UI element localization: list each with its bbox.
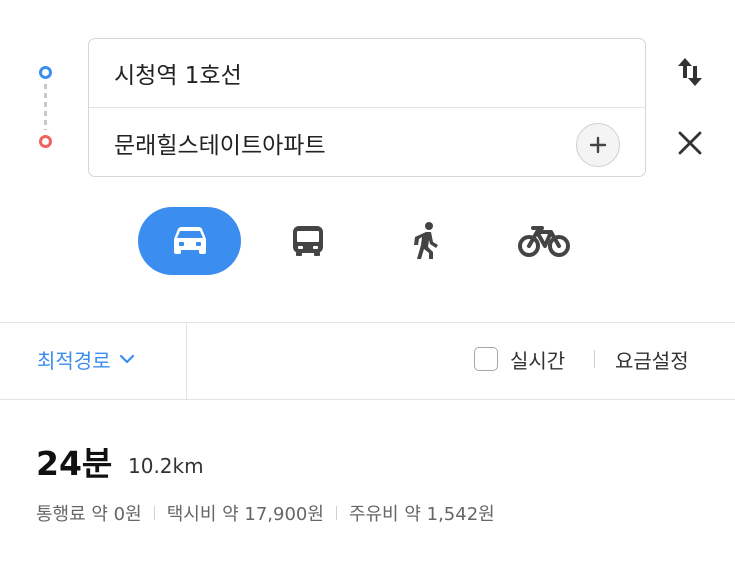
chevron-down-icon (119, 354, 134, 364)
walk-icon (414, 222, 438, 259)
swap-route-button[interactable] (674, 52, 706, 92)
mode-bus-tab[interactable] (276, 207, 340, 275)
close-icon (678, 131, 702, 155)
divider (186, 322, 187, 400)
destination-input[interactable]: 문래힐스테이트아파트 (89, 108, 645, 177)
destination-input-text: 문래힐스테이트아파트 (114, 132, 326, 159)
bus-icon (293, 226, 323, 256)
origin-input-text: 시청역 1호선 (114, 63, 242, 89)
car-icon (173, 227, 206, 254)
mode-bike-tab[interactable] (512, 207, 576, 275)
mode-walk-tab[interactable] (395, 207, 459, 275)
route-option-dropdown[interactable]: 최적경로 (37, 344, 135, 374)
route-connector (44, 84, 47, 130)
route-fees: 통행료 약 0원 택시비 약 17,900원 주유비 약 1,542원 (36, 500, 495, 526)
separator (335, 506, 337, 520)
plus-icon (589, 136, 607, 154)
destination-pin-icon (39, 135, 52, 148)
mode-car-tab[interactable] (138, 207, 241, 275)
swap-arrows-icon (678, 58, 702, 86)
fare-settings-button[interactable]: 요금설정 (615, 344, 689, 374)
realtime-label: 실시간 (510, 348, 566, 373)
realtime-toggle[interactable]: 실시간 (474, 344, 565, 374)
origin-pin-icon (39, 66, 52, 79)
close-button[interactable] (674, 123, 706, 163)
divider (0, 322, 735, 323)
realtime-checkbox[interactable] (474, 347, 498, 371)
fare-settings-label: 요금설정 (615, 348, 689, 373)
taxi-fee: 택시비 약 17,900원 (166, 504, 324, 525)
route-distance: 10.2km (128, 454, 204, 478)
origin-input[interactable]: 시청역 1호선 (89, 39, 645, 108)
toll-fee: 통행료 약 0원 (36, 504, 142, 525)
divider (0, 399, 735, 400)
fuel-fee: 주유비 약 1,542원 (348, 504, 495, 525)
add-waypoint-button[interactable] (576, 123, 620, 167)
separator (153, 506, 155, 520)
separator (594, 350, 595, 368)
route-duration: 24분 (36, 444, 113, 483)
bike-icon (518, 226, 570, 257)
route-option-label: 최적경로 (37, 348, 111, 373)
route-input-box: 시청역 1호선 문래힐스테이트아파트 (88, 38, 646, 177)
